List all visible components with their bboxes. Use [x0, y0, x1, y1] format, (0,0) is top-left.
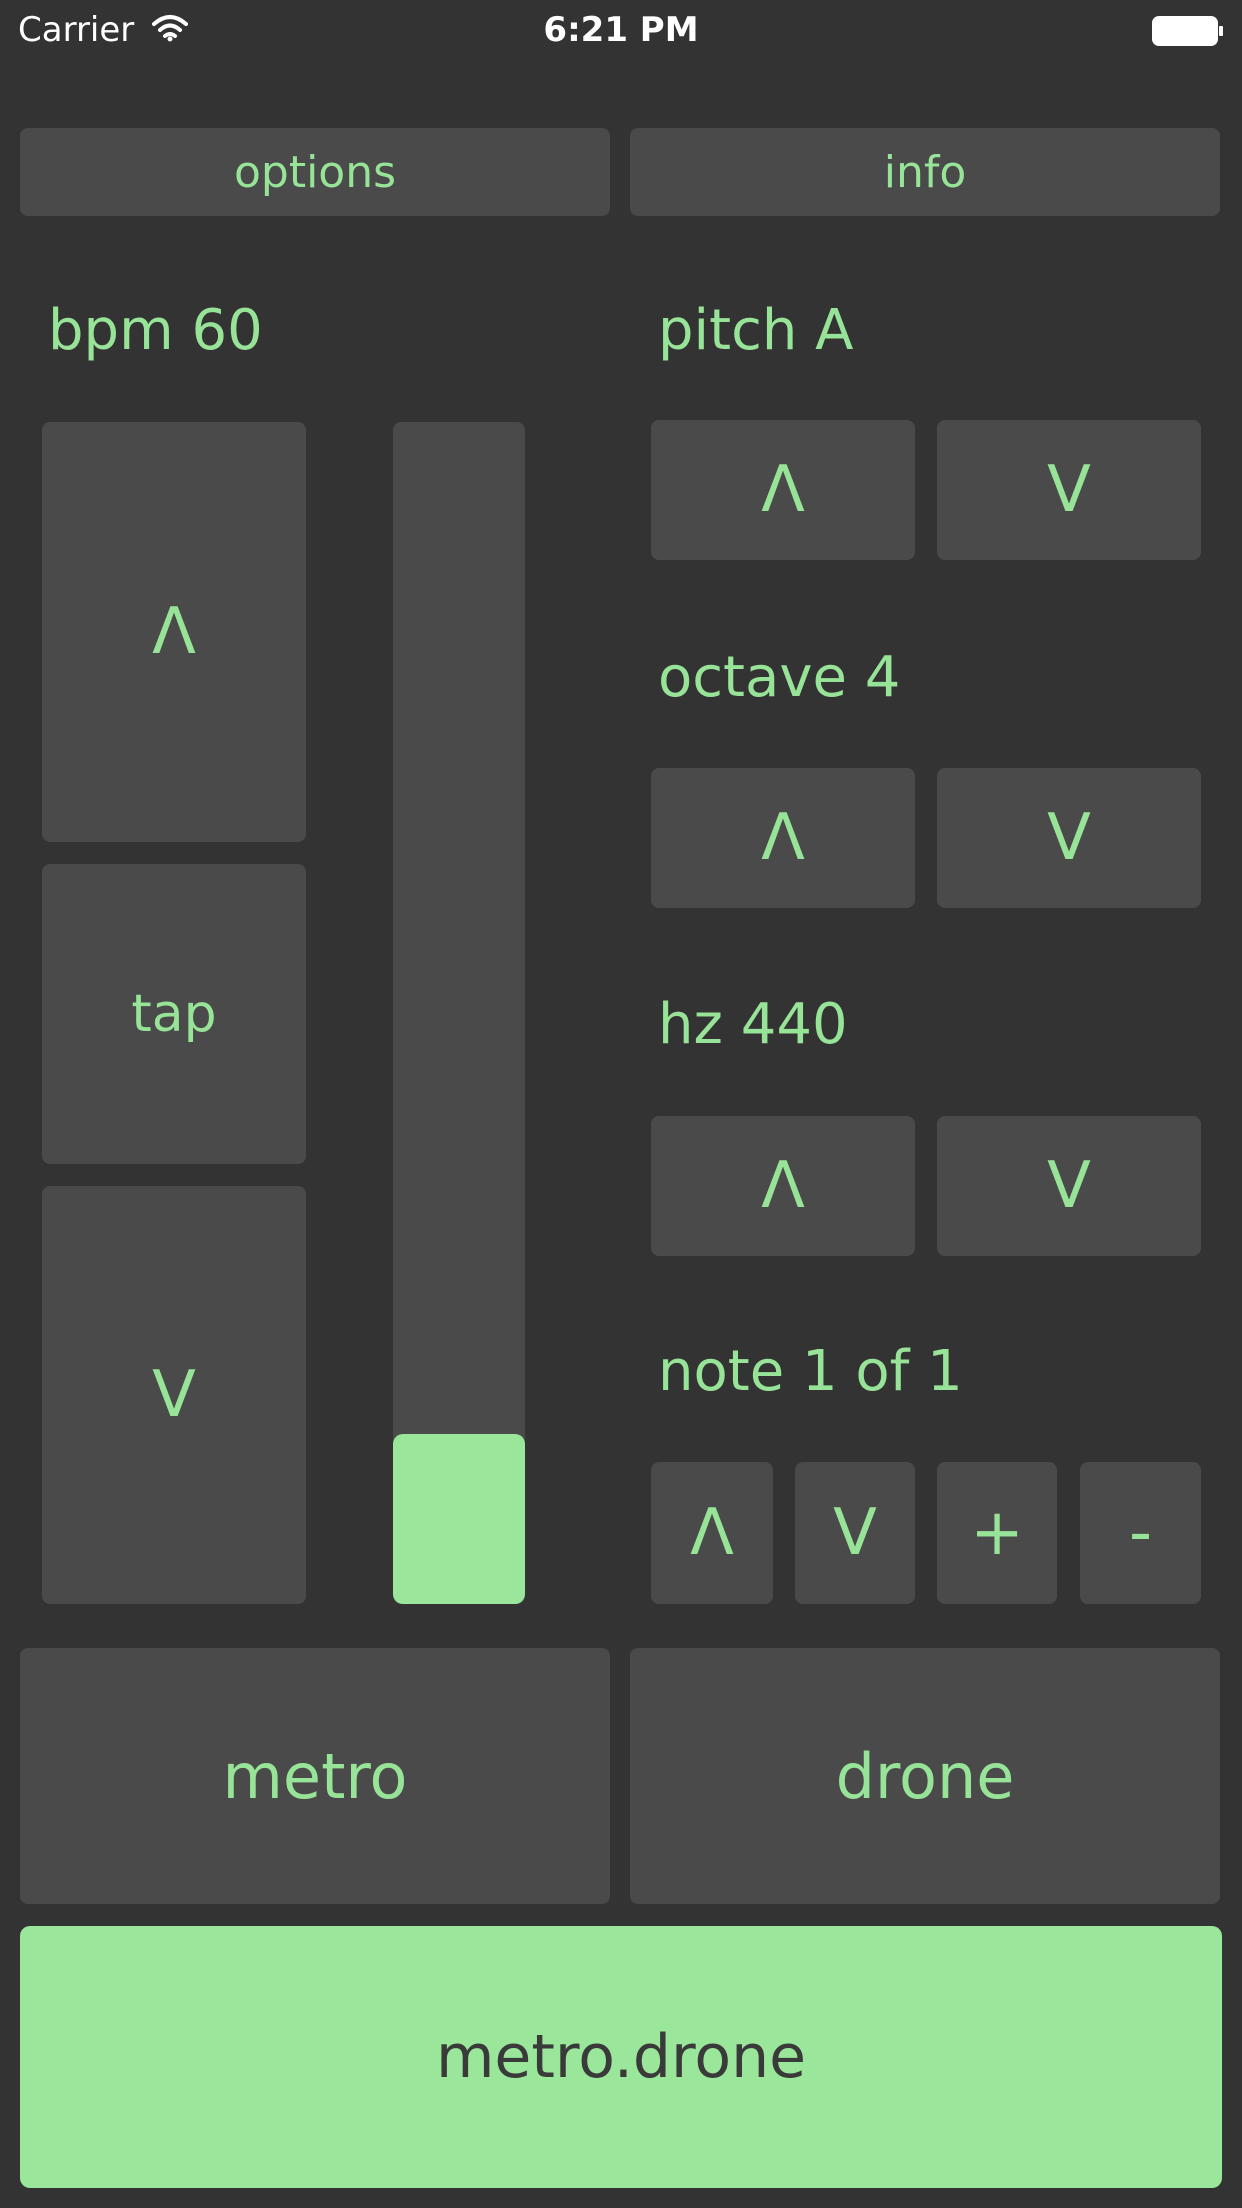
bpm-label: bpm 60 — [48, 298, 263, 363]
battery-icon — [1152, 16, 1223, 46]
note-label: note 1 of 1 — [658, 1339, 963, 1404]
options-button[interactable]: options — [20, 128, 610, 216]
note-add-button[interactable]: + — [937, 1462, 1057, 1604]
metro-drone-button[interactable]: metro.drone — [20, 1926, 1222, 2188]
bpm-down-button[interactable]: V — [42, 1186, 306, 1604]
hz-down-button[interactable]: V — [937, 1116, 1201, 1256]
octave-down-button[interactable]: V — [937, 768, 1201, 908]
bpm-up-button[interactable]: Λ — [42, 422, 306, 842]
drone-button[interactable]: drone — [630, 1648, 1220, 1904]
pitch-up-button[interactable]: Λ — [651, 420, 915, 560]
pitch-label: pitch A — [658, 298, 854, 363]
note-up-button[interactable]: Λ — [651, 1462, 773, 1604]
pitch-down-button[interactable]: V — [937, 420, 1201, 560]
bpm-slider-track[interactable] — [393, 422, 525, 1604]
octave-label: octave 4 — [658, 645, 901, 710]
clock: 6:21 PM — [543, 10, 699, 50]
hz-label: hz 440 — [658, 992, 848, 1057]
tap-button[interactable]: tap — [42, 864, 306, 1164]
hz-up-button[interactable]: Λ — [651, 1116, 915, 1256]
info-button[interactable]: info — [630, 128, 1220, 216]
metro-button[interactable]: metro — [20, 1648, 610, 1904]
status-bar: Carrier 6:21 PM — [0, 0, 1242, 60]
note-remove-button[interactable]: - — [1080, 1462, 1201, 1604]
octave-up-button[interactable]: Λ — [651, 768, 915, 908]
note-down-button[interactable]: V — [795, 1462, 915, 1604]
bpm-slider-thumb[interactable] — [393, 1434, 525, 1604]
